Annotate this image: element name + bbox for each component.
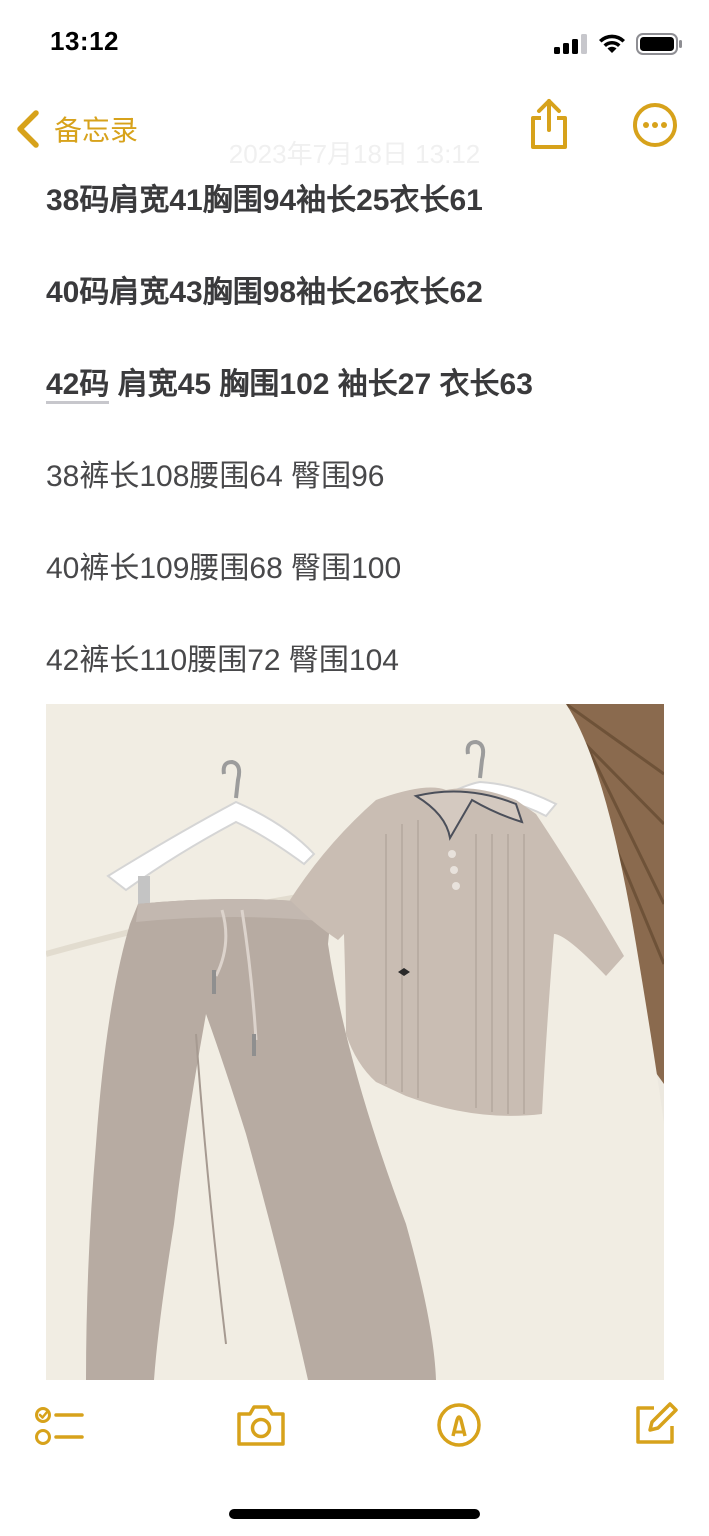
- checklist-icon[interactable]: [34, 1402, 84, 1450]
- underlined-text: 42码: [46, 368, 110, 404]
- cellular-signal-icon: [554, 34, 587, 54]
- note-line: 42码 肩宽45 胸围102 袖长27 衣长63: [46, 364, 686, 456]
- note-body[interactable]: 38码肩宽41胸围94袖长25衣长61 40码肩宽43胸围98袖长26衣长62 …: [46, 180, 686, 732]
- markup-icon[interactable]: [436, 1402, 482, 1448]
- note-line: 40裤长109腰围68 臀围100: [46, 552, 402, 585]
- note-line-rest: 肩宽45 胸围102 袖长27 衣长63: [109, 368, 533, 401]
- wifi-icon: [599, 34, 625, 53]
- note-line: 38码肩宽41胸围94袖长25衣长61: [46, 184, 483, 217]
- clothing-photo[interactable]: [46, 704, 664, 1380]
- compose-icon[interactable]: [632, 1402, 678, 1448]
- note-line: 38裤长108腰围64 臀围96: [46, 460, 385, 493]
- battery-icon: [636, 33, 682, 55]
- status-bar: 13:12: [0, 0, 709, 90]
- status-time: 13:12: [50, 26, 119, 56]
- camera-icon[interactable]: [235, 1402, 287, 1448]
- clothing-photo-illustration: [46, 704, 664, 1380]
- bottom-toolbar: [0, 1390, 709, 1480]
- note-line: 40码肩宽43胸围98袖长26衣长62: [46, 276, 483, 309]
- note-date: 2023年7月18日 13:12: [228, 139, 481, 169]
- home-indicator[interactable]: [229, 1509, 480, 1519]
